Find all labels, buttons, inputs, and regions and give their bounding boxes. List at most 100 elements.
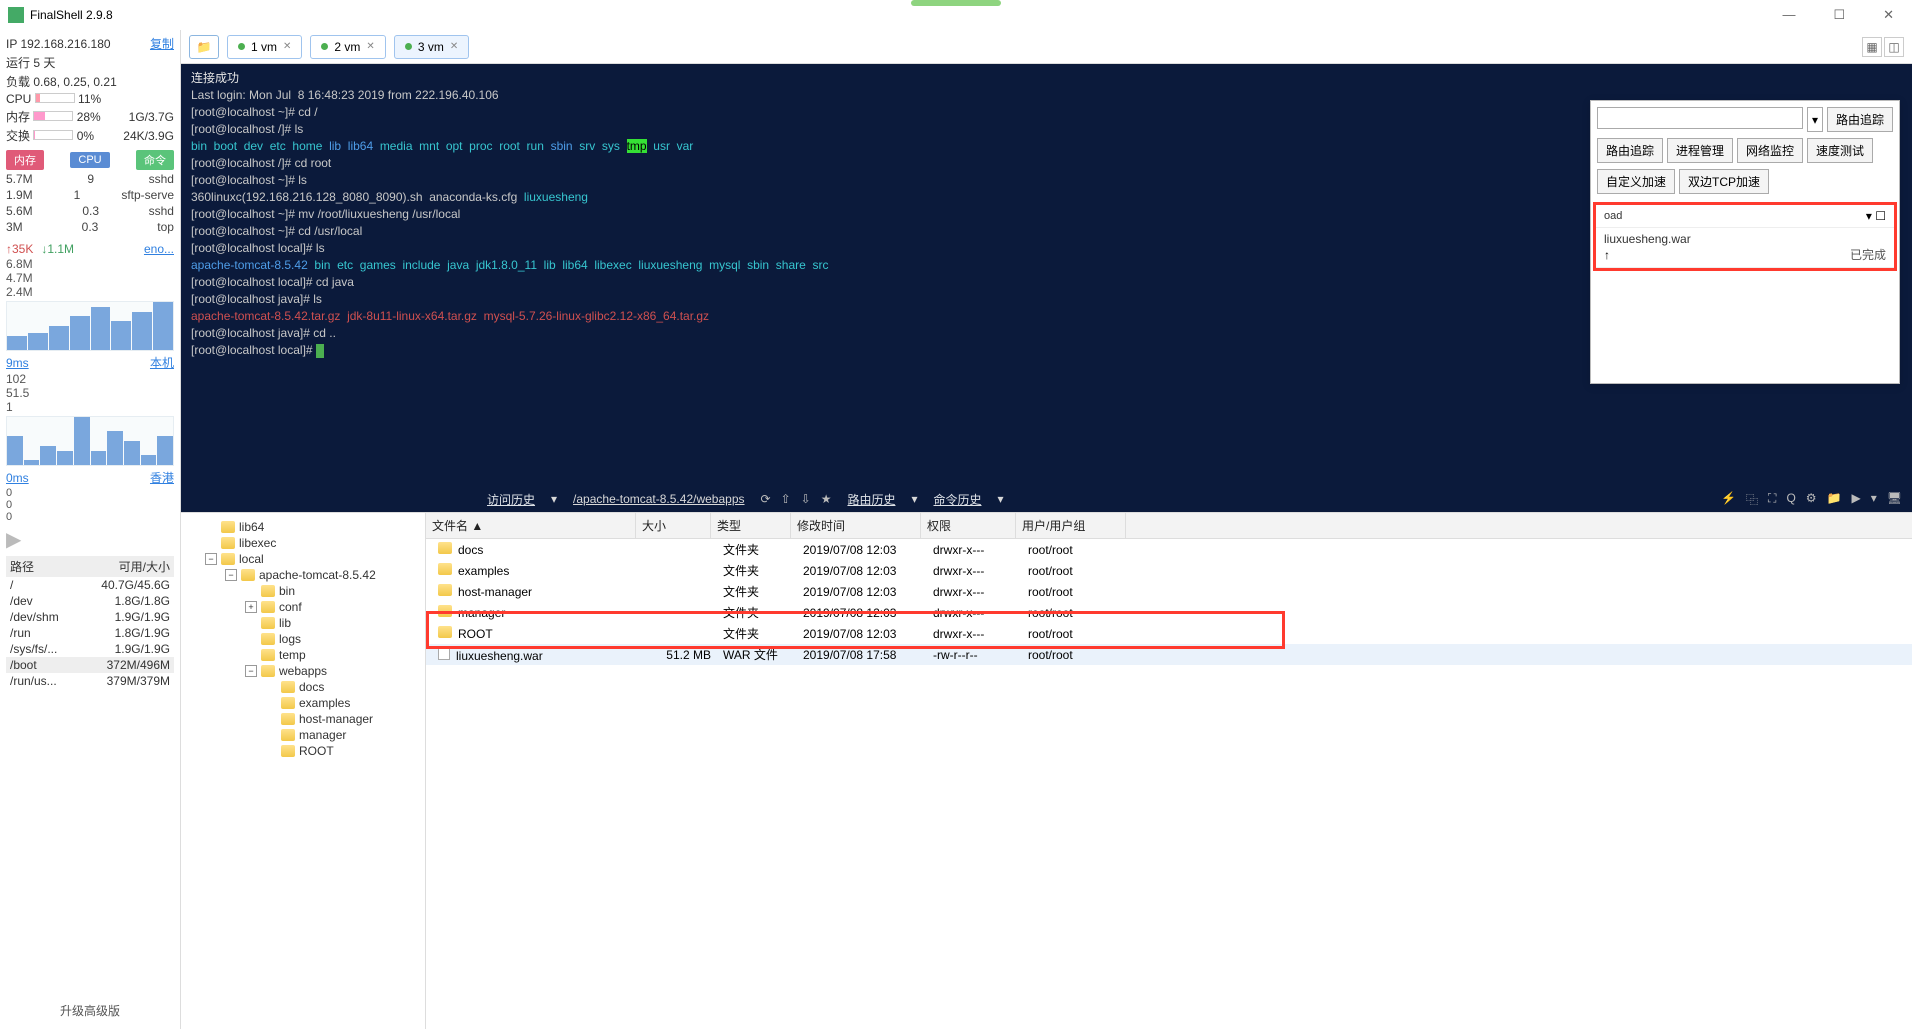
tree-expand-icon[interactable]: − [245,665,257,677]
tree-node[interactable]: manager [185,727,421,743]
tab-close-icon[interactable]: ✕ [283,41,291,52]
net-interface[interactable]: eno... [144,242,174,256]
ping-label[interactable]: 9ms [6,356,29,370]
bolt-icon[interactable]: ⚡ [1721,491,1736,508]
tree-node[interactable]: lib [185,615,421,631]
maximize-button[interactable]: ☐ [1823,3,1855,27]
cmd-history-link[interactable]: 命令历史 [934,491,982,508]
copy-ip-link[interactable]: 复制 [150,35,174,52]
view-grid-icon[interactable]: ▦ [1862,37,1882,57]
trace-button[interactable]: 路由追踪 [1827,107,1893,132]
disk-row[interactable]: /40.7G/45.6G [6,577,174,593]
tree-node[interactable]: ROOT [185,743,421,759]
folder-icon[interactable]: 📁 [1827,491,1842,508]
play-icon[interactable]: ▶ [1852,491,1861,508]
disk-row[interactable]: /run1.8G/1.9G [6,625,174,641]
tree-node[interactable]: −webapps [185,663,421,679]
close-button[interactable]: ✕ [1873,3,1904,27]
tree-expand-icon[interactable]: − [205,553,217,565]
disk-row[interactable]: /sys/fs/...1.9G/1.9G [6,641,174,657]
custom-accel-button[interactable]: 自定义加速 [1597,169,1675,194]
col-perm[interactable]: 权限 [921,513,1016,538]
file-row[interactable]: examples文件夹2019/07/08 12:03drwxr-x---roo… [426,560,1912,581]
file-row[interactable]: docs文件夹2019/07/08 12:03drwxr-x---root/ro… [426,539,1912,560]
col-user[interactable]: 用户/用户组 [1016,513,1126,538]
file-list-header[interactable]: 文件名 ▲ 大小 类型 修改时间 权限 用户/用户组 [426,513,1912,539]
search-icon[interactable]: Q [1786,491,1795,508]
star-icon[interactable]: ★ [821,492,832,506]
col-time[interactable]: 修改时间 [791,513,921,538]
tab-cpu[interactable]: CPU [70,152,109,168]
process-row[interactable]: 3M0.3top [6,219,174,235]
col-type[interactable]: 类型 [711,513,791,538]
latency-label[interactable]: 0ms [6,471,29,485]
folder-icon [261,585,275,597]
process-row[interactable]: 5.7M9sshd [6,171,174,187]
tab-close-icon[interactable]: ✕ [450,41,458,52]
tab-command[interactable]: 命令 [136,150,174,170]
panel-tool-button[interactable]: 网络监控 [1737,138,1803,163]
tree-node[interactable]: lib64 [185,519,421,535]
session-tab[interactable]: 3 vm✕ [394,35,469,59]
upload-icon[interactable]: ⇧ [781,492,791,506]
upgrade-link[interactable]: 升级高级版 [6,996,174,1025]
menu-icon[interactable]: ▾ [1871,491,1877,508]
screen-icon[interactable]: 🖥 [1887,491,1902,508]
session-tab[interactable]: 2 vm✕ [310,35,385,59]
tcp-accel-button[interactable]: 双边TCP加速 [1679,169,1769,194]
tree-node[interactable]: host-manager [185,711,421,727]
process-row[interactable]: 5.6M0.3sshd [6,203,174,219]
expand-icon[interactable]: ▾ ☐ [1866,209,1886,223]
dropdown-icon[interactable]: ▾ [1807,107,1823,132]
tree-node[interactable]: examples [185,695,421,711]
copy-icon[interactable]: ⿻ [1746,491,1758,508]
graph-tick: 6.8M [6,257,33,271]
panel-tool-button[interactable]: 速度测试 [1807,138,1873,163]
current-path[interactable]: /apache-tomcat-8.5.42/webapps [573,492,744,506]
minimize-button[interactable]: — [1772,3,1805,27]
tab-memory[interactable]: 内存 [6,150,44,170]
disk-row[interactable]: /dev/shm1.9G/1.9G [6,609,174,625]
tree-node[interactable]: temp [185,647,421,663]
tree-node[interactable]: docs [185,679,421,695]
disk-row[interactable]: /dev1.8G/1.8G [6,593,174,609]
play-icon[interactable]: ▶ [6,527,21,552]
trace-host-input[interactable] [1597,107,1803,129]
tree-node[interactable]: +conf [185,599,421,615]
disk-row[interactable]: /run/us...379M/379M [6,673,174,689]
region-select[interactable]: 香港 [150,469,174,486]
panel-tool-button[interactable]: 路由追踪 [1597,138,1663,163]
host-label[interactable]: 本机 [150,354,174,371]
col-size[interactable]: 大小 [636,513,711,538]
status-dot-icon [405,43,412,50]
tree-node[interactable]: −apache-tomcat-8.5.42 [185,567,421,583]
tree-node[interactable]: bin [185,583,421,599]
tree-expand-icon[interactable]: − [225,569,237,581]
directory-tree[interactable]: lib64libexec−local−apache-tomcat-8.5.42b… [181,513,426,1029]
tree-expand-icon[interactable]: + [245,601,257,613]
download-icon[interactable]: ⇩ [801,492,811,506]
download-filename: liuxuesheng.war [1604,232,1886,246]
route-history-link[interactable]: 路由历史 [847,491,895,508]
visit-history-link[interactable]: 访问历史 [487,491,535,508]
maximize-icon[interactable]: ⛶ [1768,491,1776,508]
folder-icon [281,681,295,693]
file-row[interactable]: liuxuesheng.war51.2 MBWAR 文件2019/07/08 1… [426,644,1912,665]
tree-node[interactable]: logs [185,631,421,647]
view-split-icon[interactable]: ◫ [1884,37,1904,57]
tree-node[interactable]: −local [185,551,421,567]
col-filename[interactable]: 文件名 ▲ [426,513,636,538]
refresh-icon[interactable]: ⟳ [761,492,771,506]
disk-row[interactable]: /boot372M/496M [6,657,174,673]
process-row[interactable]: 1.9M1sftp-serve [6,187,174,203]
file-row[interactable]: host-manager文件夹2019/07/08 12:03drwxr-x--… [426,581,1912,602]
tree-node[interactable]: libexec [185,535,421,551]
file-row[interactable]: ROOT文件夹2019/07/08 12:03drwxr-x---root/ro… [426,623,1912,644]
gear-icon[interactable]: ⚙ [1806,491,1817,508]
session-tab[interactable]: 1 vm✕ [227,35,302,59]
folder-button[interactable]: 📁 [189,35,219,59]
graph-tick: 2.4M [6,285,33,299]
file-row[interactable]: manager文件夹2019/07/08 12:03drwxr-x---root… [426,602,1912,623]
panel-tool-button[interactable]: 进程管理 [1667,138,1733,163]
tab-close-icon[interactable]: ✕ [366,41,374,52]
